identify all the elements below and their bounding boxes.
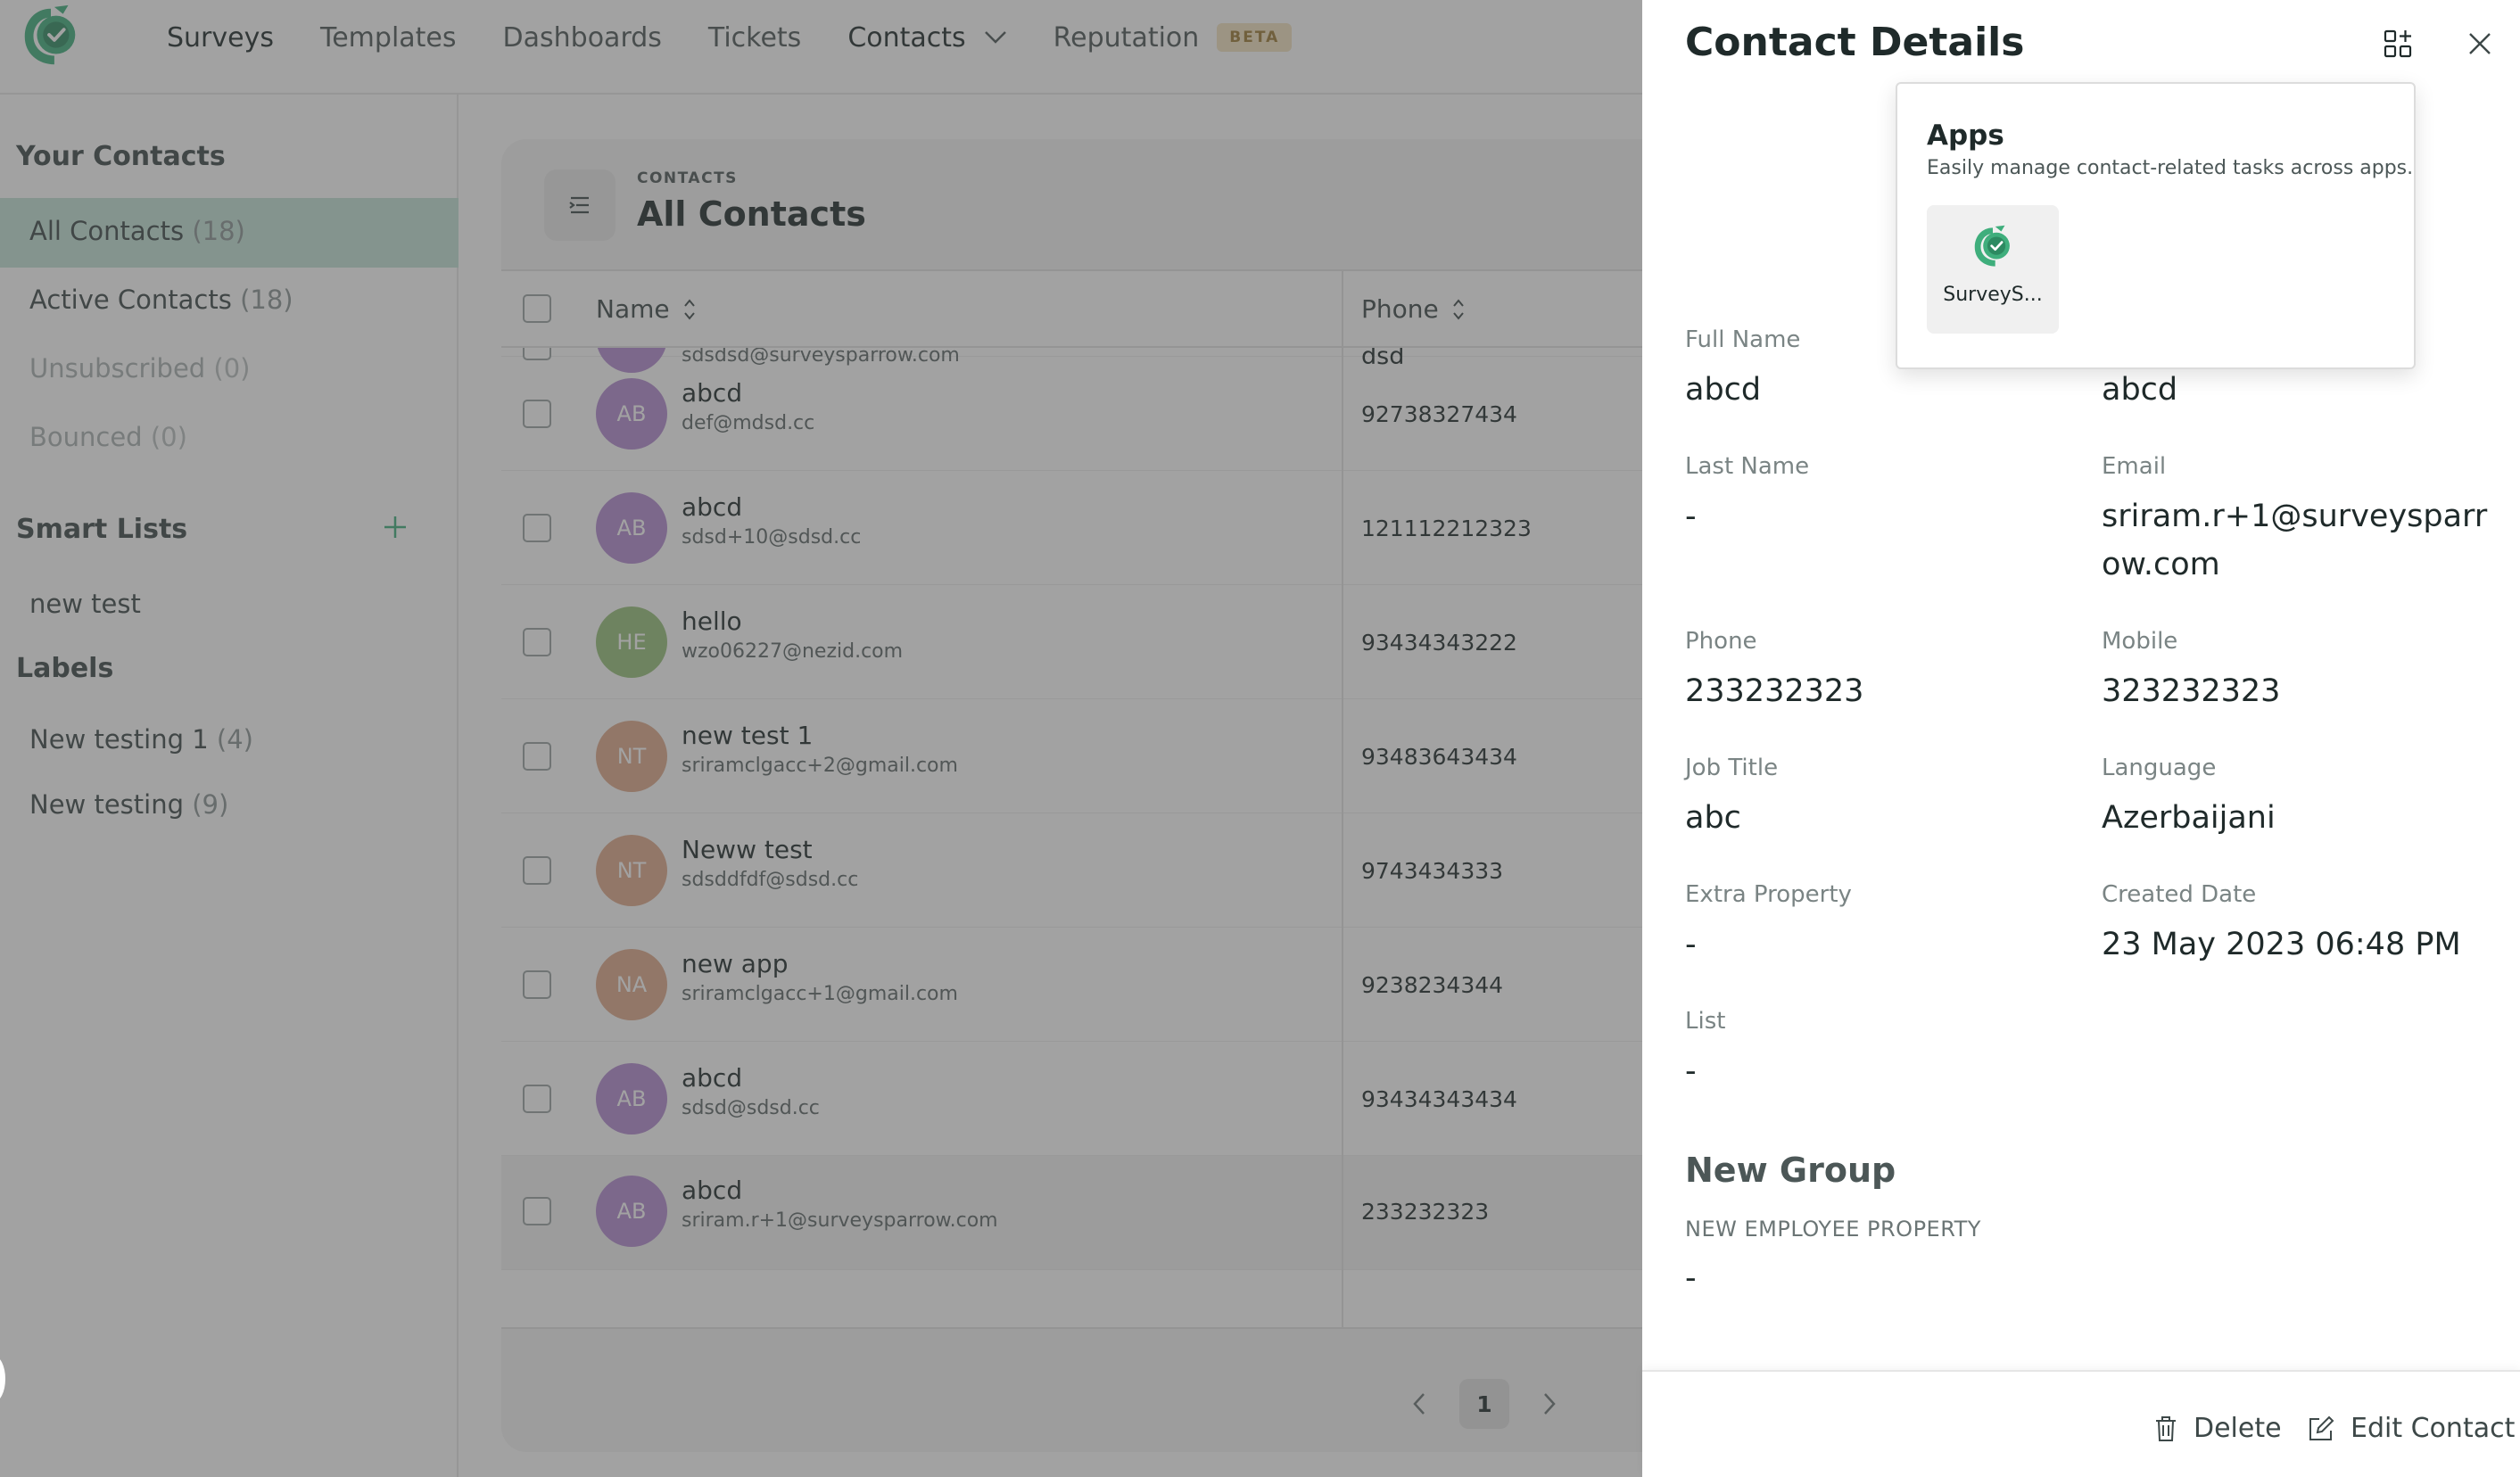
created-date-value: 23 May 2023 06:48 PM: [2102, 927, 2461, 962]
edit-icon: [2309, 1415, 2334, 1440]
full-name-value: abcd: [1685, 372, 1762, 408]
extra-property-value: -: [1685, 927, 1697, 962]
app-tile-label: SurveyS...: [1943, 284, 2043, 306]
delete-label: Delete: [2194, 1413, 2282, 1444]
last-name-value: -: [1685, 499, 1697, 534]
trash-icon: [2156, 1415, 2176, 1441]
group-property-value: -: [1685, 1260, 1697, 1296]
modal-backdrop[interactable]: [0, 0, 1642, 1477]
apps-popover-subtitle: Easily manage contact-related tasks acro…: [1927, 157, 2414, 179]
email-value: sriram.r+1@surveysparrow.com: [2102, 499, 2488, 582]
drawer-title: Contact Details: [1685, 20, 2025, 65]
email-label: Email: [2102, 453, 2167, 480]
full-name-label: Full Name: [1685, 326, 1801, 353]
mobile-label: Mobile: [2102, 628, 2178, 655]
job-title-value: abc: [1685, 800, 1741, 836]
edit-contact-button[interactable]: Edit Contact: [2308, 1413, 2515, 1444]
group-title: New Group: [1685, 1151, 1896, 1190]
delete-button[interactable]: Delete: [2154, 1413, 2282, 1444]
apps-grid-plus-icon[interactable]: [2383, 29, 2413, 59]
last-name-label: Last Name: [1685, 453, 1810, 480]
language-label: Language: [2102, 755, 2217, 781]
mobile-value: 323232323: [2102, 673, 2281, 709]
job-title-label: Job Title: [1685, 755, 1779, 781]
apps-popover: Apps Easily manage contact-related tasks…: [1896, 82, 2416, 369]
extra-property-label: Extra Property: [1685, 881, 1852, 908]
first-name-value: abcd: [2102, 372, 2178, 408]
list-label: List: [1685, 1008, 1726, 1035]
edit-contact-label: Edit Contact: [2351, 1413, 2516, 1444]
list-value: -: [1685, 1053, 1697, 1089]
group-property-label: NEW EMPLOYEE PROPERTY: [1685, 1217, 1981, 1242]
created-date-label: Created Date: [2102, 881, 2257, 908]
phone-label: Phone: [1685, 628, 1757, 655]
surveysparrow-app-tile[interactable]: SurveyS...: [1927, 205, 2059, 334]
close-icon[interactable]: [2466, 30, 2493, 57]
language-value: Azerbaijani: [2102, 800, 2276, 836]
surveysparrow-logo-icon: [1974, 225, 2010, 267]
phone-value: 233232323: [1685, 673, 1864, 709]
drawer-footer: Delete Edit Contact: [1642, 1370, 2520, 1477]
apps-popover-title: Apps: [1927, 120, 2004, 152]
